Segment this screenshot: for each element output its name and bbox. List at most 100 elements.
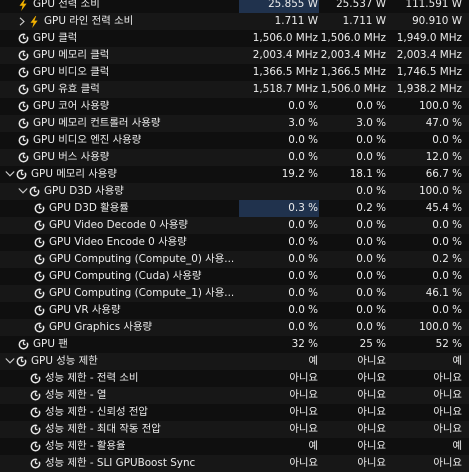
gauge-clock-icon xyxy=(30,438,42,455)
sensor-row[interactable]: GPU D3D 활용률 0.3 % 0.2 % 45.4 % xyxy=(0,200,469,217)
sensor-name-cell: GPU 라인 전력 소비 xyxy=(17,13,253,30)
sensor-name-cell: GPU 전력 소비 xyxy=(18,0,254,13)
gauge-clock-icon xyxy=(18,47,30,64)
sensor-row[interactable]: GPU 비디오 엔진 사용량 0.0 % 0.0 % 0.0 % xyxy=(0,132,469,149)
sensor-name-cell: GPU Video Decode 0 사용량 xyxy=(34,217,270,234)
sensor-label: GPU Video Decode 0 사용량 xyxy=(49,219,188,231)
sensor-row[interactable]: GPU Video Encode 0 사용량 0.0 % 0.0 % 0.0 % xyxy=(0,234,469,251)
sensor-label: 성능 제한 - 최대 작동 전압 xyxy=(45,423,161,435)
gauge-clock-icon xyxy=(18,98,30,115)
sensor-label: GPU 성능 제한 xyxy=(31,355,98,367)
maximum-value: 0.0 % xyxy=(432,134,462,146)
maximum-value: 아니요 xyxy=(433,372,462,384)
sensor-row[interactable]: 성능 제한 - 신뢰성 전압 아니요 아니요 아니요 xyxy=(0,404,469,421)
minimum-value: 0.0 % xyxy=(356,185,386,197)
current-value: 예 xyxy=(308,355,318,367)
sensor-name-cell: 성능 제한 - 최대 작동 전압 xyxy=(30,421,266,438)
sensor-name-cell: GPU D3D 활용률 xyxy=(34,200,270,217)
sensor-row[interactable]: 성능 제한 - SLI GPUBoost Sync 아니요 아니요 아니요 xyxy=(0,455,469,472)
sensor-row[interactable]: GPU 코어 사용량 0.0 % 0.0 % 100.0 % xyxy=(0,98,469,115)
chevron-down-icon[interactable] xyxy=(4,166,16,183)
maximum-value: 0.0 % xyxy=(432,270,462,282)
sensor-row[interactable]: GPU Computing (Compute_1) 사용... 0.0 % 0.0 … xyxy=(0,285,469,302)
minimum-value: 아니요 xyxy=(357,406,386,418)
minimum-value: 0.0 % xyxy=(356,151,386,163)
gauge-clock-icon xyxy=(29,183,41,200)
maximum-value: 12.0 % xyxy=(425,151,462,163)
sensor-row[interactable]: GPU 성능 제한 예 아니요 예 xyxy=(0,353,469,370)
sensor-label: 성능 제한 - 전력 소비 xyxy=(45,372,139,384)
minimum-value: 1,506.0 MHz xyxy=(320,32,386,44)
chevron-down-icon[interactable] xyxy=(4,353,16,370)
sensor-row[interactable]: 성능 제한 - 최대 작동 전압 아니요 아니요 아니요 xyxy=(0,421,469,438)
sensor-row[interactable]: GPU 전력 소비 25.855 W 25.537 W 111.591 W xyxy=(0,0,469,13)
chevron-down-icon[interactable] xyxy=(17,183,29,200)
sensor-name-cell: GPU 성능 제한 xyxy=(4,353,240,370)
maximum-value: 100.0 % xyxy=(419,321,462,333)
sensor-row[interactable]: GPU 유효 클럭 1,518.7 MHz 1,506.0 MHz 1,938.2 M… xyxy=(0,81,469,98)
sensor-label: GPU 전력 소비 xyxy=(33,0,100,10)
minimum-value: 0.2 % xyxy=(356,202,386,214)
sensor-row[interactable]: GPU 팬 32 % 25 % 52 % xyxy=(0,336,469,353)
gauge-clock-icon xyxy=(18,115,30,132)
current-value: 0.0 % xyxy=(288,100,318,112)
sensor-row[interactable]: GPU 메모리 클럭 2,003.4 MHz 2,003.4 MHz 2,003.4 … xyxy=(0,47,469,64)
sensor-label: GPU Computing (Cuda) 사용량 xyxy=(49,270,202,282)
sensor-name-cell: GPU VR 사용량 xyxy=(34,302,270,319)
sensor-name-cell: GPU Video Encode 0 사용량 xyxy=(34,234,270,251)
current-value: 아니요 xyxy=(289,406,318,418)
gauge-clock-icon xyxy=(34,234,46,251)
maximum-value: 52 % xyxy=(435,338,462,350)
sensor-row[interactable]: GPU 메모리 컨트롤러 사용량 3.0 % 3.0 % 47.0 % xyxy=(0,115,469,132)
sensor-row[interactable]: GPU 메모리 사용량 19.2 % 18.1 % 66.7 % xyxy=(0,166,469,183)
sensor-name-cell: 성능 제한 - 열 xyxy=(30,387,266,404)
current-value: 1,518.7 MHz xyxy=(252,83,318,95)
sensor-row[interactable]: 성능 제한 - 활용율 예 아니요 예 xyxy=(0,438,469,455)
sensor-row[interactable]: GPU VR 사용량 0.0 % 0.0 % 0.0 % xyxy=(0,302,469,319)
minimum-value: 0.0 % xyxy=(356,134,386,146)
sensor-label: GPU 비디오 엔진 사용량 xyxy=(33,134,142,146)
maximum-value: 2,003.4 MHz xyxy=(396,49,462,61)
sensor-row[interactable]: GPU 클럭 1,506.0 MHz 1,506.0 MHz 1,949.0 MHz xyxy=(0,30,469,47)
sensor-label: GPU 메모리 컨트롤러 사용량 xyxy=(33,117,161,129)
minimum-value: 0.0 % xyxy=(356,236,386,248)
gauge-clock-icon xyxy=(18,64,30,81)
sensor-name-cell: GPU Computing (Compute_0) 사용... xyxy=(34,251,270,268)
gauge-clock-icon xyxy=(18,30,30,47)
chevron-right-icon[interactable] xyxy=(17,13,29,30)
sensor-row[interactable]: 성능 제한 - 전력 소비 아니요 아니요 아니요 xyxy=(0,370,469,387)
sensor-row[interactable]: GPU Graphics 사용량 0.0 % 0.0 % 100.0 % xyxy=(0,319,469,336)
sensor-label: 성능 제한 - 활용율 xyxy=(45,440,126,452)
maximum-value: 1,746.5 MHz xyxy=(396,66,462,78)
current-value: 3.0 % xyxy=(288,117,318,129)
lightning-bolt-icon xyxy=(18,0,30,13)
gauge-clock-icon xyxy=(34,200,46,217)
sensor-row[interactable]: 성능 제한 - 열 아니요 아니요 아니요 xyxy=(0,387,469,404)
gauge-clock-icon xyxy=(18,132,30,149)
maximum-value: 0.0 % xyxy=(432,304,462,316)
sensor-row[interactable]: GPU Computing (Cuda) 사용량 0.0 % 0.0 % 0.0 % xyxy=(0,268,469,285)
current-value: 1,506.0 MHz xyxy=(252,32,318,44)
sensor-row[interactable]: GPU Video Decode 0 사용량 0.0 % 0.0 % 0.0 % xyxy=(0,217,469,234)
sensor-row[interactable]: GPU Computing (Compute_0) 사용... 0.0 % 0.0 … xyxy=(0,251,469,268)
minimum-value: 0.0 % xyxy=(356,253,386,265)
current-value: 아니요 xyxy=(289,423,318,435)
lightning-bolt-icon xyxy=(29,13,41,30)
maximum-value: 1,938.2 MHz xyxy=(396,83,462,95)
current-value: 아니요 xyxy=(289,457,318,469)
sensor-name-cell: 성능 제한 - 활용율 xyxy=(30,438,266,455)
sensor-name-cell: GPU 메모리 클럭 xyxy=(18,47,254,64)
gauge-clock-icon xyxy=(34,302,46,319)
sensor-row[interactable]: GPU D3D 사용량 0.0 % 100.0 % xyxy=(0,183,469,200)
gauge-clock-icon xyxy=(34,217,46,234)
sensor-label: GPU 버스 사용량 xyxy=(33,151,110,163)
current-value: 1,366.5 MHz xyxy=(252,66,318,78)
minimum-value: 0.0 % xyxy=(356,219,386,231)
sensor-row[interactable]: GPU 라인 전력 소비 1.711 W 1.711 W 90.910 W xyxy=(0,13,469,30)
sensor-row[interactable]: GPU 비디오 클럭 1,366.5 MHz 1,366.5 MHz 1,746.5 … xyxy=(0,64,469,81)
current-value: 32 % xyxy=(291,338,318,350)
sensor-row[interactable]: GPU 버스 사용량 0.0 % 0.0 % 12.0 % xyxy=(0,149,469,166)
maximum-value: 0.0 % xyxy=(432,236,462,248)
sensor-label: GPU 라인 전력 소비 xyxy=(44,15,134,27)
sensor-name-cell: GPU 비디오 엔진 사용량 xyxy=(18,132,254,149)
